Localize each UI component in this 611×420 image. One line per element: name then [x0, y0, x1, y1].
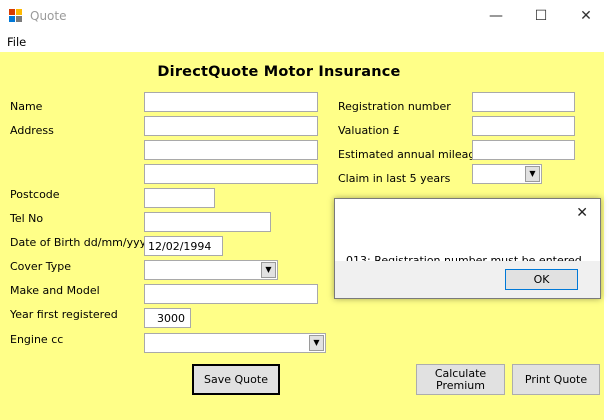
engine-cc-dropdown[interactable]: ▼	[144, 333, 326, 353]
name-label: Name	[10, 100, 43, 113]
postcode-label: Postcode	[10, 188, 60, 201]
cover-type-label: Cover Type	[10, 260, 71, 273]
calculate-label: Calculate	[434, 366, 487, 380]
calculate-premium-button[interactable]: Calculate Premium	[416, 364, 505, 395]
maximize-button[interactable]: ☐	[518, 0, 564, 32]
dob-field[interactable]: 12/02/1994	[144, 236, 223, 256]
chevron-down-icon[interactable]: ▼	[261, 262, 276, 278]
make-model-field[interactable]	[144, 284, 318, 304]
address-label: Address	[10, 124, 54, 137]
postcode-field[interactable]	[144, 188, 215, 208]
claim-label: Claim in last 5 years	[338, 172, 451, 185]
year-registered-label: Year first registered	[10, 308, 118, 321]
valuation-label: Valuation £	[338, 124, 400, 137]
dob-value: 12/02/1994	[148, 240, 212, 253]
minimize-button[interactable]: —	[473, 0, 519, 32]
tel-field[interactable]	[144, 212, 271, 232]
window-title: Quote	[30, 9, 67, 23]
cover-type-dropdown[interactable]: ▼	[144, 260, 278, 280]
dialog-close-button[interactable]: ✕	[576, 205, 588, 221]
make-model-label: Make and Model	[10, 284, 100, 297]
ok-button[interactable]: OK	[505, 269, 578, 290]
engine-cc-label: Engine cc	[10, 333, 64, 346]
mileage-field[interactable]	[472, 140, 575, 160]
chevron-down-icon[interactable]: ▼	[525, 166, 540, 182]
mileage-label: Estimated annual mileage	[338, 148, 483, 161]
menu-bar: File	[0, 32, 611, 52]
save-quote-label: Save Quote	[204, 372, 268, 386]
claim-dropdown[interactable]: ▼	[472, 164, 542, 184]
address-line3-field[interactable]	[144, 164, 318, 184]
menu-file[interactable]: File	[7, 35, 26, 49]
premium-label: Premium	[436, 378, 485, 392]
valuation-field[interactable]	[472, 116, 575, 136]
form-heading: DirectQuote Motor Insurance	[157, 64, 401, 80]
year-registered-field[interactable]: 3000	[144, 308, 191, 328]
tel-label: Tel No	[10, 212, 44, 225]
address-line1-field[interactable]	[144, 116, 318, 136]
print-quote-button[interactable]: Print Quote	[512, 364, 600, 395]
title-bar: Quote — ☐ ✕	[0, 0, 611, 32]
print-quote-label: Print Quote	[524, 372, 588, 386]
year-registered-value: 3000	[157, 312, 185, 325]
registration-field[interactable]	[472, 92, 575, 112]
chevron-down-icon[interactable]: ▼	[309, 335, 324, 351]
registration-label: Registration number	[338, 100, 451, 113]
app-icon	[9, 9, 23, 23]
error-dialog: ✕ 013: Registration number must be enter…	[334, 198, 601, 299]
window-edge	[604, 52, 611, 420]
save-quote-button[interactable]: Save Quote	[192, 364, 280, 395]
dialog-footer: OK	[335, 261, 600, 298]
close-button[interactable]: ✕	[563, 0, 609, 32]
address-line2-field[interactable]	[144, 140, 318, 160]
name-field[interactable]	[144, 92, 318, 112]
dob-label: Date of Birth dd/mm/yyyy	[10, 236, 153, 249]
